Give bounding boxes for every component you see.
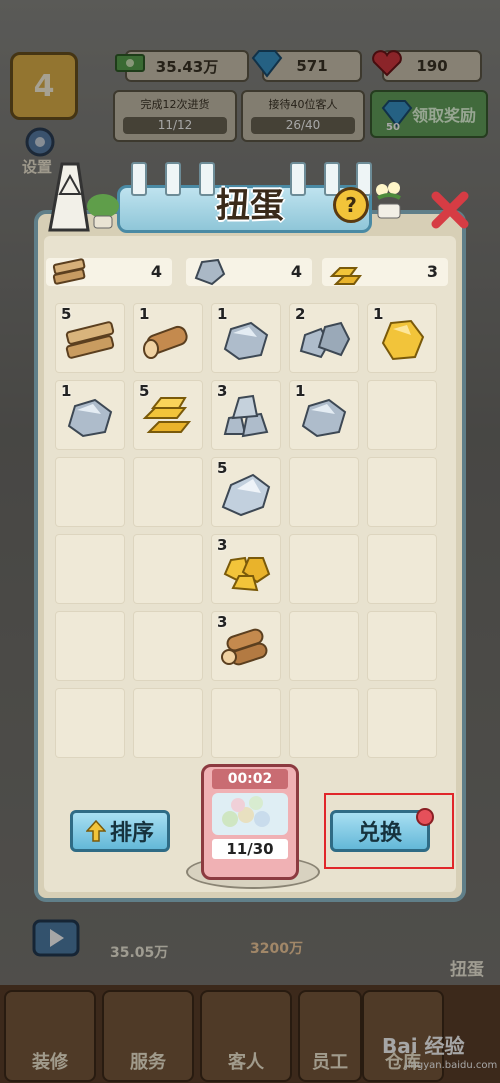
item-count: 3 — [217, 536, 228, 554]
sort-button[interactable]: 排序 — [70, 810, 170, 852]
summary-gold: 3 — [322, 258, 448, 286]
gacha-machine[interactable]: 00:02 11/30 — [201, 764, 299, 880]
inventory-slot-empty[interactable] — [55, 611, 125, 681]
inventory-slot-gold-bar[interactable]: 5 — [133, 380, 203, 450]
summary-stone: 4 — [186, 258, 312, 286]
summary-wood: 4 — [46, 258, 172, 286]
item-count: 5 — [217, 459, 228, 477]
tube-decor — [324, 162, 340, 196]
inventory-slot-empty[interactable] — [55, 688, 125, 758]
inventory-slot-empty[interactable] — [367, 688, 437, 758]
inventory-slot-empty[interactable] — [55, 457, 125, 527]
inventory-slot-stone[interactable]: 1 — [289, 380, 359, 450]
tube-decor — [131, 162, 147, 196]
inventory-slot-gold-nuggets[interactable]: 3 — [211, 534, 281, 604]
capsule-globe — [212, 793, 288, 835]
inventory-slot-log[interactable]: 1 — [133, 303, 203, 373]
inventory-slot-empty[interactable] — [133, 457, 203, 527]
inventory-slot-crystal[interactable]: 5 — [211, 457, 281, 527]
wood-icon — [52, 258, 86, 285]
item-grid: 5 1 1 2 1 1 5 3 1 5 3 3 — [55, 303, 445, 759]
inventory-slot-empty[interactable] — [289, 457, 359, 527]
inventory-slot-stones[interactable]: 2 — [289, 303, 359, 373]
inventory-slot-empty[interactable] — [367, 380, 437, 450]
item-count: 1 — [373, 305, 384, 323]
inventory-slot-empty[interactable] — [289, 534, 359, 604]
capsules-icon — [222, 796, 270, 827]
summary-count: 4 — [290, 262, 302, 281]
inventory-slot-empty[interactable] — [367, 534, 437, 604]
summary-count: 3 — [426, 262, 438, 281]
inventory-slot-empty[interactable] — [289, 688, 359, 758]
item-count: 5 — [61, 305, 72, 323]
inventory-slot-empty[interactable] — [211, 688, 281, 758]
machine-timer: 00:02 — [212, 769, 288, 789]
arrow-up-icon — [85, 819, 106, 842]
inventory-slot-empty[interactable] — [367, 457, 437, 527]
inventory-slot-empty[interactable] — [133, 534, 203, 604]
inventory-slot-empty[interactable] — [133, 611, 203, 681]
close-icon[interactable] — [428, 188, 472, 232]
item-count: 3 — [217, 382, 228, 400]
item-count: 2 — [295, 305, 306, 323]
inventory-slot-stone[interactable]: 1 — [211, 303, 281, 373]
summary-count: 4 — [150, 262, 162, 281]
item-count: 5 — [139, 382, 150, 400]
plant-icon — [87, 194, 119, 229]
inventory-slot-empty[interactable] — [55, 534, 125, 604]
help-button[interactable]: ? — [333, 187, 369, 223]
dialog-title: 扭蛋 — [216, 186, 284, 226]
item-count: 1 — [295, 382, 306, 400]
stone-icon — [194, 258, 226, 286]
item-count: 1 — [139, 305, 150, 323]
item-count: 1 — [217, 305, 228, 323]
inventory-slot-empty[interactable] — [289, 611, 359, 681]
inventory-slot-stone-pile[interactable]: 3 — [211, 380, 281, 450]
inventory-slot-logs[interactable]: 3 — [211, 611, 281, 681]
inventory-slot-gold-nugget[interactable]: 1 — [367, 303, 437, 373]
highlight-box — [324, 793, 454, 869]
item-count: 3 — [217, 613, 228, 631]
inventory-slot-empty[interactable] — [367, 611, 437, 681]
inventory-slot-empty[interactable] — [133, 688, 203, 758]
gold-icon — [329, 267, 362, 285]
item-count: 1 — [61, 382, 72, 400]
flower-pot-icon — [376, 182, 401, 219]
inventory-slot-wood-plank[interactable]: 5 — [55, 303, 125, 373]
sort-label: 排序 — [109, 821, 154, 846]
tube-decor — [165, 162, 181, 196]
machine-count: 11/30 — [212, 839, 288, 859]
inventory-slot-stone[interactable]: 1 — [55, 380, 125, 450]
